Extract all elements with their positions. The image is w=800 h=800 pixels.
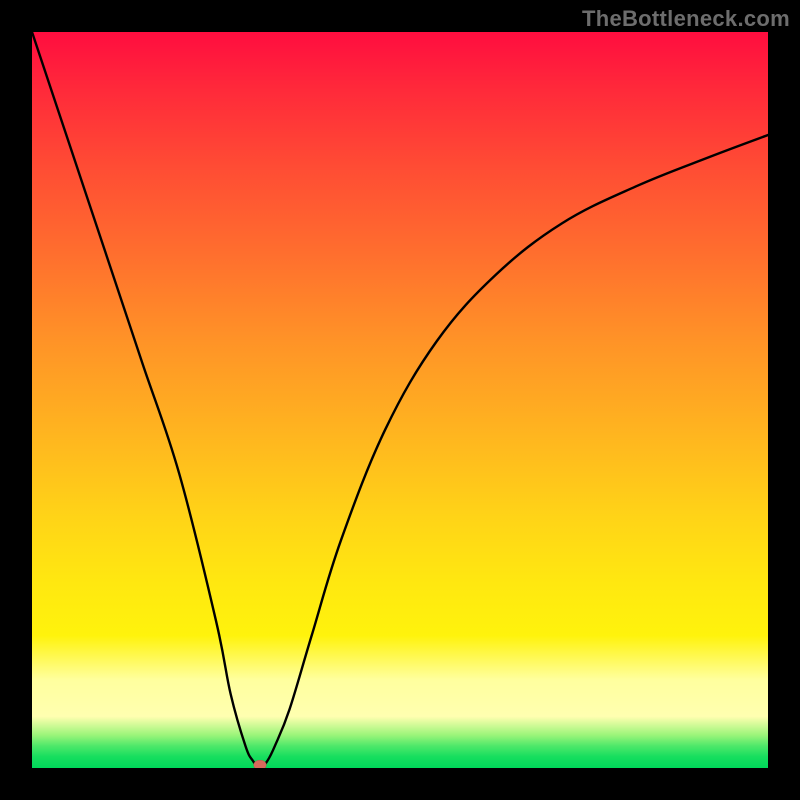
plot-area bbox=[32, 32, 768, 768]
minimum-marker bbox=[254, 760, 267, 768]
watermark-text: TheBottleneck.com bbox=[582, 6, 790, 32]
bottleneck-curve bbox=[32, 32, 768, 768]
chart-frame: TheBottleneck.com bbox=[0, 0, 800, 800]
